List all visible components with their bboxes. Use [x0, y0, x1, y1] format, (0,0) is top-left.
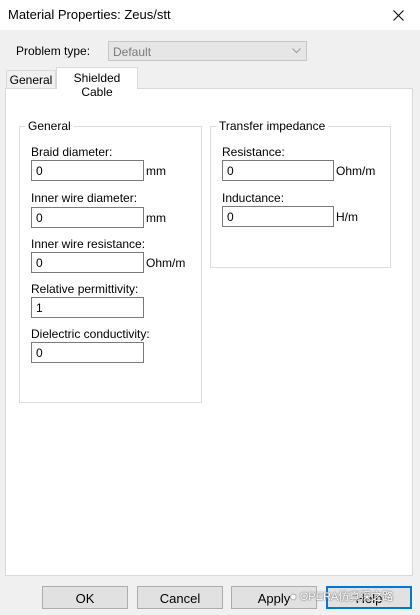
ok-button[interactable]: OK — [42, 586, 128, 609]
dielectric-conductivity-input[interactable] — [31, 342, 144, 363]
close-icon — [392, 9, 404, 21]
problem-type-label: Problem type: — [16, 44, 91, 58]
transfer-impedance-title: Transfer impedance — [216, 119, 329, 133]
inner-wire-diameter-label: Inner wire diameter: — [31, 191, 138, 205]
resistance-input[interactable] — [222, 160, 334, 181]
tab-general[interactable]: General — [6, 70, 56, 88]
close-button[interactable] — [376, 0, 420, 30]
inductance-unit: H/m — [336, 210, 358, 224]
braid-diameter-unit: mm — [146, 164, 166, 178]
inner-wire-resistance-unit: Ohm/m — [146, 256, 186, 270]
general-group: General Braid diameter: mm Inner wire di… — [19, 119, 202, 403]
problem-type-value: Default — [113, 45, 152, 59]
inner-wire-diameter-unit: mm — [146, 211, 166, 225]
braid-diameter-label: Braid diameter: — [31, 145, 113, 159]
inner-wire-diameter-input[interactable] — [31, 207, 144, 228]
tab-general-label: General — [9, 73, 53, 87]
dielectric-conductivity-label: Dielectric conductivity: — [31, 327, 150, 341]
chat-bubble-icon: ● — [290, 591, 297, 603]
problem-type-select[interactable]: Default — [108, 41, 307, 61]
resistance-label: Resistance: — [222, 145, 285, 159]
tab-shielded-cable[interactable]: Shielded Cable — [56, 67, 138, 99]
window-title: Material Properties: Zeus/stt — [8, 7, 171, 22]
cancel-button[interactable]: Cancel — [137, 586, 223, 609]
relative-permittivity-label: Relative permittivity: — [31, 282, 139, 296]
inner-wire-resistance-label: Inner wire resistance: — [31, 237, 146, 251]
inductance-input[interactable] — [222, 206, 334, 227]
chevron-down-icon — [292, 48, 301, 54]
braid-diameter-input[interactable] — [31, 160, 144, 181]
tab-panel: General Braid diameter: mm Inner wire di… — [5, 88, 413, 576]
dialog-body: Problem type: Default General Shielded C… — [0, 30, 420, 615]
watermark-text: OPERA仿真深之路 — [299, 591, 394, 603]
general-group-title: General — [25, 119, 74, 133]
title-bar: Material Properties: Zeus/stt — [0, 0, 420, 30]
relative-permittivity-input[interactable] — [31, 297, 144, 318]
watermark: ● OPERA仿真深之路 — [290, 588, 393, 604]
transfer-impedance-group: Transfer impedance Resistance: Ohm/m Ind… — [210, 119, 391, 268]
inductance-label: Inductance: — [222, 191, 285, 205]
inner-wire-resistance-input[interactable] — [31, 252, 144, 273]
resistance-unit: Ohm/m — [336, 164, 376, 178]
